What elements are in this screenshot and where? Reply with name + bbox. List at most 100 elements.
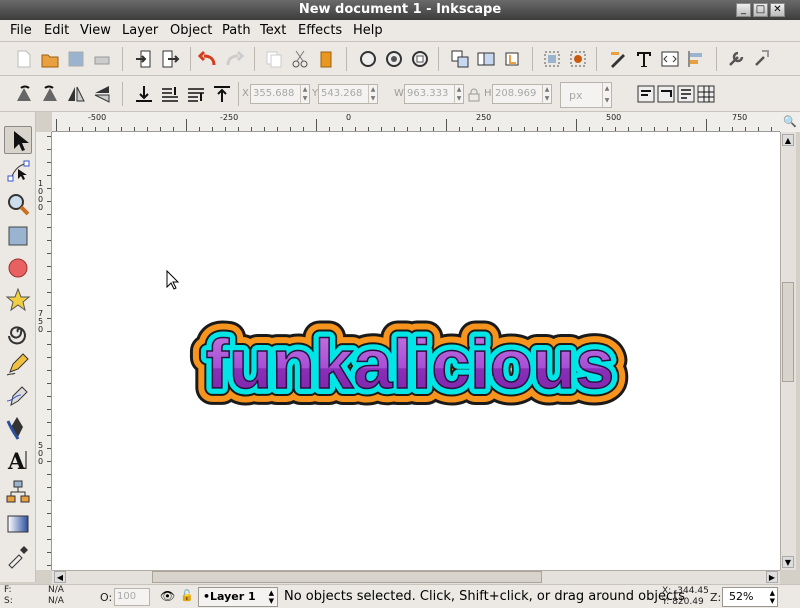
w-field[interactable]: 963.333 ▲ ▼ [404,84,464,104]
ruler-tick [47,539,51,540]
vertical-scrollbar[interactable]: ▲ ▼ [780,132,796,570]
ruler-tick [95,127,96,131]
selector-tool-icon[interactable] [4,126,32,154]
scroll-left-icon[interactable]: ◀ [54,571,66,583]
dropper-tool-icon[interactable] [4,542,32,570]
minimize-button[interactable]: _ [736,3,751,17]
zoom-drawing-icon[interactable] [384,49,404,69]
ruler-tick [433,127,434,131]
open-icon[interactable] [40,49,60,69]
flip-horizontal-icon[interactable] [66,84,86,104]
zoom-field[interactable]: 52% ▲ ▼ [722,587,778,607]
undo-icon[interactable] [197,49,218,69]
spiral-tool-icon[interactable] [4,318,32,346]
menu-file[interactable]: File [10,23,32,38]
vertical-scroll-thumb[interactable] [782,282,794,382]
group-icon[interactable] [542,49,562,69]
menu-path[interactable]: Path [222,23,251,38]
menu-layer[interactable]: Layer [122,23,158,38]
align-distribute-icon[interactable] [686,49,706,69]
ruler-tick [47,266,51,267]
lower-to-bottom-icon[interactable] [134,84,154,104]
h-field[interactable]: 208.969 ▲ ▼ [492,84,552,104]
y-field[interactable]: 543.268 ▲ ▼ [318,84,378,104]
unit-select[interactable]: px ▲ ▼ [560,82,612,108]
ruler-tick [745,127,746,131]
menu-view[interactable]: View [80,23,111,38]
rotate-ccw-icon[interactable] [14,84,34,104]
gradient-tool-icon[interactable] [4,510,32,538]
export-icon[interactable] [160,49,180,69]
preferences-icon[interactable] [726,49,746,69]
menu-help[interactable]: Help [353,23,383,38]
text-tool-icon[interactable]: A [4,446,32,475]
artwork-text: funkalicious [206,325,614,403]
save-icon[interactable] [66,49,86,69]
star-tool-icon[interactable] [4,286,32,314]
new-document-icon[interactable] [14,49,34,69]
horizontal-scrollbar[interactable]: ◀ ▶ [52,570,780,584]
ruler-tick [368,127,369,131]
rectangle-tool-icon[interactable] [4,222,32,250]
scale-stroke-icon[interactable] [636,84,656,104]
xml-editor-icon[interactable] [660,49,680,69]
h-label: H [484,88,492,99]
drawing-canvas[interactable]: funkalicious funkalicious funkalicious f… [52,132,780,570]
unlink-clone-icon[interactable] [502,49,522,69]
clone-icon[interactable] [476,49,496,69]
lock-layer-icon[interactable]: 🔓 [180,589,194,602]
ungroup-icon[interactable] [568,49,588,69]
menu-effects[interactable]: Effects [298,23,342,38]
paste-icon[interactable] [316,49,336,69]
raise-to-top-icon[interactable] [212,84,232,104]
lock-icon[interactable] [468,88,480,102]
ruler-tick [47,149,51,150]
rotate-cw-icon[interactable] [40,84,60,104]
duplicate-icon[interactable] [450,49,470,69]
redo-icon[interactable] [224,49,245,69]
print-icon[interactable] [92,49,112,69]
maximize-button[interactable]: □ [753,3,768,17]
ruler-tick [47,565,51,566]
ruler-tick [47,240,51,241]
stroke-label: S: [4,596,13,606]
svg-text:A: A [7,449,26,473]
layer-select[interactable]: •Layer 1 ▲ ▼ [198,587,278,607]
close-button[interactable]: ✕ [770,3,785,17]
scroll-up-icon[interactable]: ▲ [782,134,794,146]
transform-gradients-icon[interactable] [676,84,696,104]
cut-icon[interactable] [290,49,310,69]
x-field[interactable]: 355.688 ▲ ▼ [250,84,310,104]
flip-vertical-icon[interactable] [92,84,112,104]
connector-tool-icon[interactable] [4,478,32,506]
ellipse-tool-icon[interactable] [4,254,32,282]
pen-tool-icon[interactable] [4,382,32,410]
raise-icon[interactable] [186,84,206,104]
scroll-down-icon[interactable]: ▼ [782,556,794,568]
zoom-tool-icon[interactable] [4,190,32,218]
transform-patterns-icon[interactable] [696,84,716,104]
menu-object[interactable]: Object [170,23,212,38]
opacity-field[interactable]: 100 [114,588,150,606]
title-bar: New document 1 - Inkscape _ □ ✕ [0,0,800,20]
zoom-selection-icon[interactable] [358,49,378,69]
copy-icon[interactable] [264,49,284,69]
lower-icon[interactable] [160,84,180,104]
calligraphy-tool-icon[interactable] [4,414,32,442]
ruler-tick [47,461,51,462]
menu-edit[interactable]: Edit [44,23,69,38]
node-tool-icon[interactable] [4,158,32,186]
pencil-tool-icon[interactable] [4,350,32,378]
fill-stroke-icon[interactable] [608,49,628,69]
scroll-right-icon[interactable]: ▶ [766,571,778,583]
menu-text[interactable]: Text [260,23,286,38]
document-properties-icon[interactable] [752,49,772,69]
zoom-page-icon[interactable] [410,49,430,69]
zoom-corner-icon[interactable]: 🔍 [780,112,800,132]
horizontal-scroll-thumb[interactable] [152,571,542,583]
text-font-icon[interactable] [634,49,654,69]
import-icon[interactable] [134,49,154,69]
scale-corners-icon[interactable] [656,84,676,104]
eye-icon[interactable]: 👁 [160,589,175,603]
ruler-tick [758,127,759,131]
